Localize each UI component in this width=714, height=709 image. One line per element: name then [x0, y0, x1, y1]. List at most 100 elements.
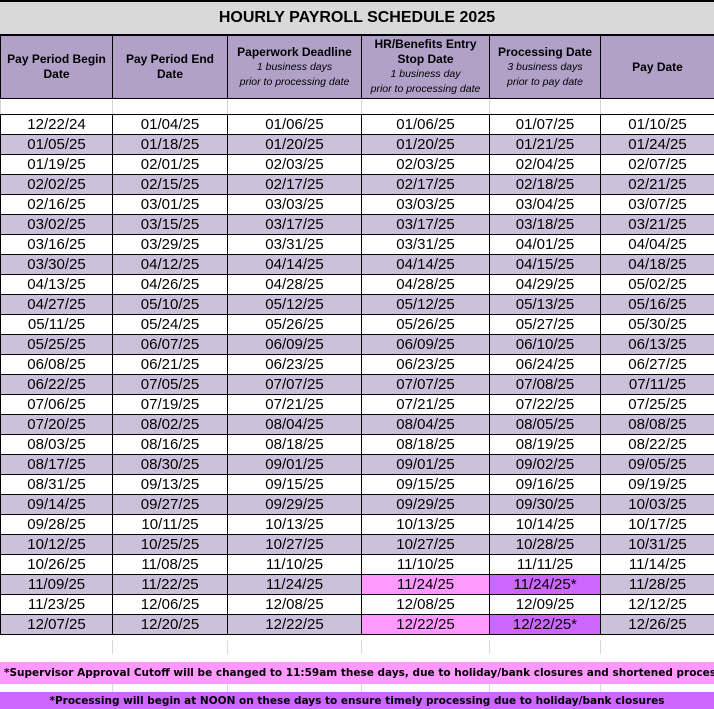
cell-pay-period-end[interactable]: 09/13/25 — [112, 474, 228, 495]
cell-processing-date[interactable]: 04/15/25 — [489, 254, 601, 275]
cell-hr-benefits-stop[interactable]: 09/01/25 — [361, 454, 490, 475]
cell-pay-period-end[interactable]: 11/08/25 — [112, 554, 228, 575]
cell-hr-benefits-stop[interactable]: 04/28/25 — [361, 274, 490, 295]
cell-pay-period-begin[interactable]: 11/23/25 — [0, 594, 113, 615]
header-pay-date[interactable]: Pay Date — [600, 35, 714, 99]
cell-paperwork-deadline[interactable]: 11/24/25 — [227, 574, 362, 595]
cell-pay-date[interactable]: 05/30/25 — [600, 314, 714, 335]
cell-hr-benefits-stop[interactable]: 12/08/25 — [361, 594, 490, 615]
cell-pay-period-end[interactable]: 09/27/25 — [112, 494, 228, 515]
cell-pay-date[interactable]: 02/07/25 — [600, 154, 714, 175]
cell-pay-date[interactable]: 07/11/25 — [600, 374, 714, 395]
cell-paperwork-deadline[interactable]: 07/07/25 — [227, 374, 362, 395]
cell-pay-period-end[interactable]: 10/11/25 — [112, 514, 228, 535]
cell-pay-period-begin[interactable]: 01/19/25 — [0, 154, 113, 175]
cell-processing-date[interactable]: 08/19/25 — [489, 434, 601, 455]
cell-pay-period-begin[interactable]: 03/16/25 — [0, 234, 113, 255]
cell-pay-period-end[interactable]: 06/21/25 — [112, 354, 228, 375]
cell-hr-benefits-stop[interactable]: 03/17/25 — [361, 214, 490, 235]
cell-hr-benefits-stop[interactable]: 11/10/25 — [361, 554, 490, 575]
cell-processing-date[interactable]: 11/24/25* — [489, 574, 601, 595]
cell-paperwork-deadline[interactable]: 09/29/25 — [227, 494, 362, 515]
cell-pay-date[interactable]: 09/19/25 — [600, 474, 714, 495]
cell-pay-period-end[interactable]: 02/15/25 — [112, 174, 228, 195]
cell-processing-date[interactable]: 06/24/25 — [489, 354, 601, 375]
empty-cell[interactable] — [0, 98, 113, 115]
cell-pay-date[interactable]: 08/08/25 — [600, 414, 714, 435]
cell-pay-period-begin[interactable]: 02/02/25 — [0, 174, 113, 195]
cell-processing-date[interactable]: 02/18/25 — [489, 174, 601, 195]
cell-hr-benefits-stop[interactable]: 07/07/25 — [361, 374, 490, 395]
cell-paperwork-deadline[interactable]: 07/21/25 — [227, 394, 362, 415]
cell-hr-benefits-stop[interactable]: 01/20/25 — [361, 134, 490, 155]
empty-cell[interactable] — [489, 98, 601, 115]
cell-processing-date[interactable]: 02/04/25 — [489, 154, 601, 175]
cell-pay-period-begin[interactable]: 05/11/25 — [0, 314, 113, 335]
cell-paperwork-deadline[interactable]: 12/08/25 — [227, 594, 362, 615]
cell-hr-benefits-stop[interactable]: 04/14/25 — [361, 254, 490, 275]
cell-hr-benefits-stop[interactable]: 10/27/25 — [361, 534, 490, 555]
cell-processing-date[interactable]: 05/27/25 — [489, 314, 601, 335]
cell-paperwork-deadline[interactable]: 03/31/25 — [227, 234, 362, 255]
cell-paperwork-deadline[interactable]: 10/27/25 — [227, 534, 362, 555]
cell-pay-period-begin[interactable]: 07/06/25 — [0, 394, 113, 415]
cell-paperwork-deadline[interactable]: 06/09/25 — [227, 334, 362, 355]
cell-paperwork-deadline[interactable]: 03/03/25 — [227, 194, 362, 215]
cell-pay-period-begin[interactable]: 12/22/24 — [0, 114, 113, 135]
cell-paperwork-deadline[interactable]: 04/28/25 — [227, 274, 362, 295]
header-processing-date[interactable]: Processing Date 3 business days prior to p… — [489, 35, 601, 99]
cell-pay-period-begin[interactable]: 06/22/25 — [0, 374, 113, 395]
cell-hr-benefits-stop[interactable]: 02/03/25 — [361, 154, 490, 175]
cell-pay-period-end[interactable]: 11/22/25 — [112, 574, 228, 595]
cell-processing-date[interactable]: 09/16/25 — [489, 474, 601, 495]
cell-paperwork-deadline[interactable]: 09/15/25 — [227, 474, 362, 495]
cell-processing-date[interactable]: 07/22/25 — [489, 394, 601, 415]
cell-pay-date[interactable]: 11/28/25 — [600, 574, 714, 595]
cell-processing-date[interactable]: 10/28/25 — [489, 534, 601, 555]
cell-pay-period-begin[interactable]: 01/05/25 — [0, 134, 113, 155]
cell-pay-period-end[interactable]: 05/10/25 — [112, 294, 228, 315]
cell-pay-date[interactable]: 04/18/25 — [600, 254, 714, 275]
cell-pay-period-begin[interactable]: 05/25/25 — [0, 334, 113, 355]
cell-pay-date[interactable]: 01/24/25 — [600, 134, 714, 155]
cell-pay-period-begin[interactable]: 08/03/25 — [0, 434, 113, 455]
cell-processing-date[interactable]: 09/02/25 — [489, 454, 601, 475]
cell-pay-date[interactable]: 05/16/25 — [600, 294, 714, 315]
cell-pay-date[interactable]: 02/21/25 — [600, 174, 714, 195]
cell-processing-date[interactable]: 01/21/25 — [489, 134, 601, 155]
header-hr-benefits-stop[interactable]: HR/Benefits Entry Stop Date 1 business da… — [361, 35, 490, 99]
cell-pay-date[interactable]: 10/31/25 — [600, 534, 714, 555]
cell-hr-benefits-stop[interactable]: 07/21/25 — [361, 394, 490, 415]
cell-hr-benefits-stop[interactable]: 09/29/25 — [361, 494, 490, 515]
cell-processing-date[interactable]: 04/01/25 — [489, 234, 601, 255]
cell-processing-date[interactable]: 12/09/25 — [489, 594, 601, 615]
cell-paperwork-deadline[interactable]: 08/04/25 — [227, 414, 362, 435]
cell-processing-date[interactable]: 08/05/25 — [489, 414, 601, 435]
cell-pay-period-end[interactable]: 12/06/25 — [112, 594, 228, 615]
cell-pay-period-end[interactable]: 06/07/25 — [112, 334, 228, 355]
cell-pay-period-end[interactable]: 04/12/25 — [112, 254, 228, 275]
cell-pay-date[interactable]: 03/07/25 — [600, 194, 714, 215]
cell-pay-date[interactable]: 10/17/25 — [600, 514, 714, 535]
cell-pay-period-end[interactable]: 01/18/25 — [112, 134, 228, 155]
cell-pay-date[interactable]: 01/10/25 — [600, 114, 714, 135]
cell-pay-period-end[interactable]: 10/25/25 — [112, 534, 228, 555]
cell-processing-date[interactable]: 03/04/25 — [489, 194, 601, 215]
cell-paperwork-deadline[interactable]: 04/14/25 — [227, 254, 362, 275]
cell-pay-date[interactable]: 07/25/25 — [600, 394, 714, 415]
cell-hr-benefits-stop[interactable]: 06/09/25 — [361, 334, 490, 355]
cell-pay-period-begin[interactable]: 08/17/25 — [0, 454, 113, 475]
cell-pay-period-end[interactable]: 08/30/25 — [112, 454, 228, 475]
header-pay-period-begin[interactable]: Pay Period Begin Date — [0, 35, 113, 99]
cell-pay-date[interactable]: 11/14/25 — [600, 554, 714, 575]
cell-pay-period-end[interactable]: 02/01/25 — [112, 154, 228, 175]
cell-hr-benefits-stop[interactable]: 03/31/25 — [361, 234, 490, 255]
cell-pay-period-end[interactable]: 12/20/25 — [112, 614, 228, 635]
cell-pay-period-begin[interactable]: 10/26/25 — [0, 554, 113, 575]
cell-pay-period-end[interactable]: 05/24/25 — [112, 314, 228, 335]
cell-paperwork-deadline[interactable]: 11/10/25 — [227, 554, 362, 575]
cell-pay-period-begin[interactable]: 04/13/25 — [0, 274, 113, 295]
cell-paperwork-deadline[interactable]: 02/03/25 — [227, 154, 362, 175]
empty-cell[interactable] — [361, 98, 490, 115]
cell-processing-date[interactable]: 09/30/25 — [489, 494, 601, 515]
